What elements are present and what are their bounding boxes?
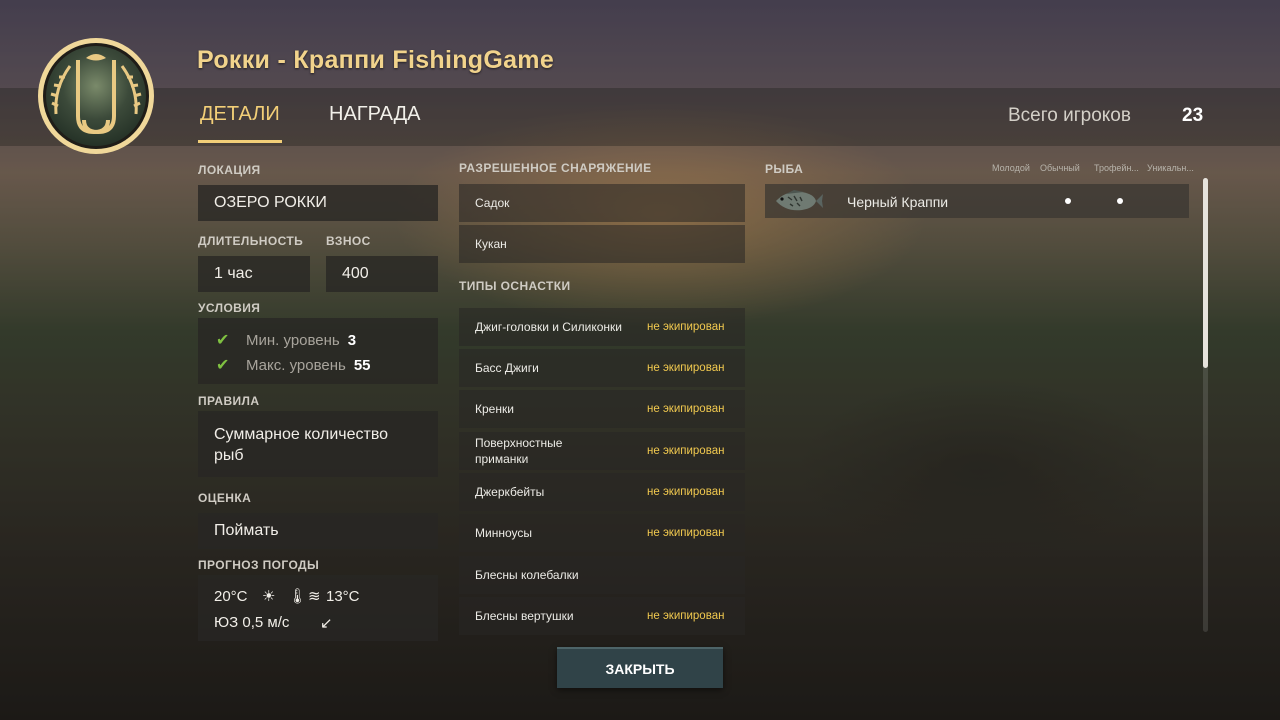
condition-min-level: ✔ Мин. уровень 3 <box>216 330 356 350</box>
rig-row: Джиг-головки и Силиконки не экипирован <box>459 308 745 346</box>
rig-row: Блесны колебалки <box>459 556 745 594</box>
duration-value: 1 час <box>214 265 253 282</box>
location-heading: ЛОКАЦИЯ <box>198 163 261 177</box>
rules-heading: ПРАВИЛА <box>198 394 260 408</box>
wind-value: ЮЗ 0,5 м/с <box>214 614 290 631</box>
air-temperature: 20°C <box>214 588 248 605</box>
rig-name: Джеркбейты <box>475 485 545 499</box>
rules-box <box>198 411 438 477</box>
rig-status: не экипирован <box>647 403 725 415</box>
scoring-value: Поймать <box>214 522 279 539</box>
allowed-item-row: Кукан <box>459 225 745 263</box>
crappie-fish-icon <box>776 190 823 211</box>
rig-name: Басс Джиги <box>475 361 539 375</box>
tournament-title: Рокки - Краппи FishingGame <box>197 46 555 74</box>
fish-col-unique: Уникальн... <box>1147 163 1194 173</box>
condition-max-level: ✔ Макс. уровень 55 <box>216 355 371 375</box>
tab-details[interactable]: ДЕТАЛИ <box>200 103 280 126</box>
fish-trophy-marker <box>1117 198 1123 204</box>
weather-box <box>198 575 438 641</box>
sun-icon: ☀ <box>262 588 276 605</box>
condition-value: 55 <box>353 356 371 374</box>
rig-status: не экипирован <box>647 445 725 457</box>
total-players-count: 23 <box>1182 105 1204 126</box>
fish-col-trophy: Трофейн... <box>1094 163 1139 173</box>
tab-reward[interactable]: НАГРАДА <box>329 103 421 126</box>
condition-label: Макс. уровень <box>246 356 346 374</box>
rig-name: Минноусы <box>475 526 532 540</box>
allowed-item-name: Садок <box>475 196 510 210</box>
rules-value-line2: рыб <box>214 447 244 464</box>
rules-value-line1: Суммарное количество <box>214 426 389 443</box>
thermometer-icon: 🌡 <box>288 588 308 605</box>
rig-name: Джиг-головки и Силиконки <box>475 320 622 334</box>
condition-value: 3 <box>347 331 357 349</box>
rig-name: Кренки <box>475 402 514 416</box>
fish-name: Черный Краппи <box>847 194 949 210</box>
close-button[interactable]: ЗАКРЫТЬ <box>557 647 723 688</box>
water-temperature: 13°C <box>326 588 360 605</box>
tournament-emblem-icon <box>38 38 154 154</box>
total-players-label: Всего игроков <box>1008 105 1131 126</box>
rig-status: не экипирован <box>647 362 725 374</box>
checkmark-icon: ✔ <box>216 357 230 374</box>
rig-status: не экипирован <box>647 321 725 333</box>
checkmark-icon: ✔ <box>216 332 230 349</box>
weather-heading: ПРОГНОЗ ПОГОДЫ <box>198 558 320 572</box>
duration-heading: ДЛИТЕЛЬНОСТЬ <box>198 234 304 248</box>
rig-status: не экипирован <box>647 527 725 539</box>
fish-heading: РЫБА <box>765 162 804 176</box>
condition-label: Мин. уровень <box>246 331 340 349</box>
conditions-heading: УСЛОВИЯ <box>198 301 261 315</box>
location-value: ОЗЕРО РОККИ <box>214 194 327 211</box>
allowed-equipment-heading: РАЗРЕШЕННОЕ СНАРЯЖЕНИЕ <box>459 161 652 175</box>
active-tab-indicator <box>198 140 282 143</box>
fee-value: 400 <box>342 265 369 282</box>
fish-col-young: Молодой <box>992 163 1030 173</box>
rig-status: не экипирован <box>647 610 725 622</box>
fee-heading: ВЗНОС <box>326 234 371 248</box>
fish-row[interactable] <box>765 184 1189 218</box>
rig-types-heading: ТИПЫ ОСНАСТКИ <box>459 279 571 293</box>
rig-status: не экипирован <box>647 486 725 498</box>
rig-name: Блесны колебалки <box>475 568 579 582</box>
fish-col-normal: Обычный <box>1040 163 1080 173</box>
fish-normal-marker <box>1065 198 1071 204</box>
rig-row: Блесны вертушки не экипирован <box>459 597 745 635</box>
rig-row: Поверхностные приманки не экипирован <box>459 432 745 470</box>
allowed-item-row: Садок <box>459 184 745 222</box>
rig-name: Поверхностные приманки <box>475 436 563 466</box>
water-waves-icon: ≋ <box>308 588 321 605</box>
rig-row: Минноусы не экипирован <box>459 514 745 552</box>
rig-row: Басс Джиги не экипирован <box>459 349 745 387</box>
rig-name: Блесны вертушки <box>475 609 574 623</box>
rig-row: Джеркбейты не экипирован <box>459 473 745 511</box>
fish-list-scrollbar-thumb[interactable] <box>1203 178 1208 368</box>
wind-direction-icon: ↙ <box>320 615 333 632</box>
allowed-item-name: Кукан <box>475 237 507 251</box>
scoring-heading: ОЦЕНКА <box>198 491 252 505</box>
rig-row: Кренки не экипирован <box>459 390 745 428</box>
